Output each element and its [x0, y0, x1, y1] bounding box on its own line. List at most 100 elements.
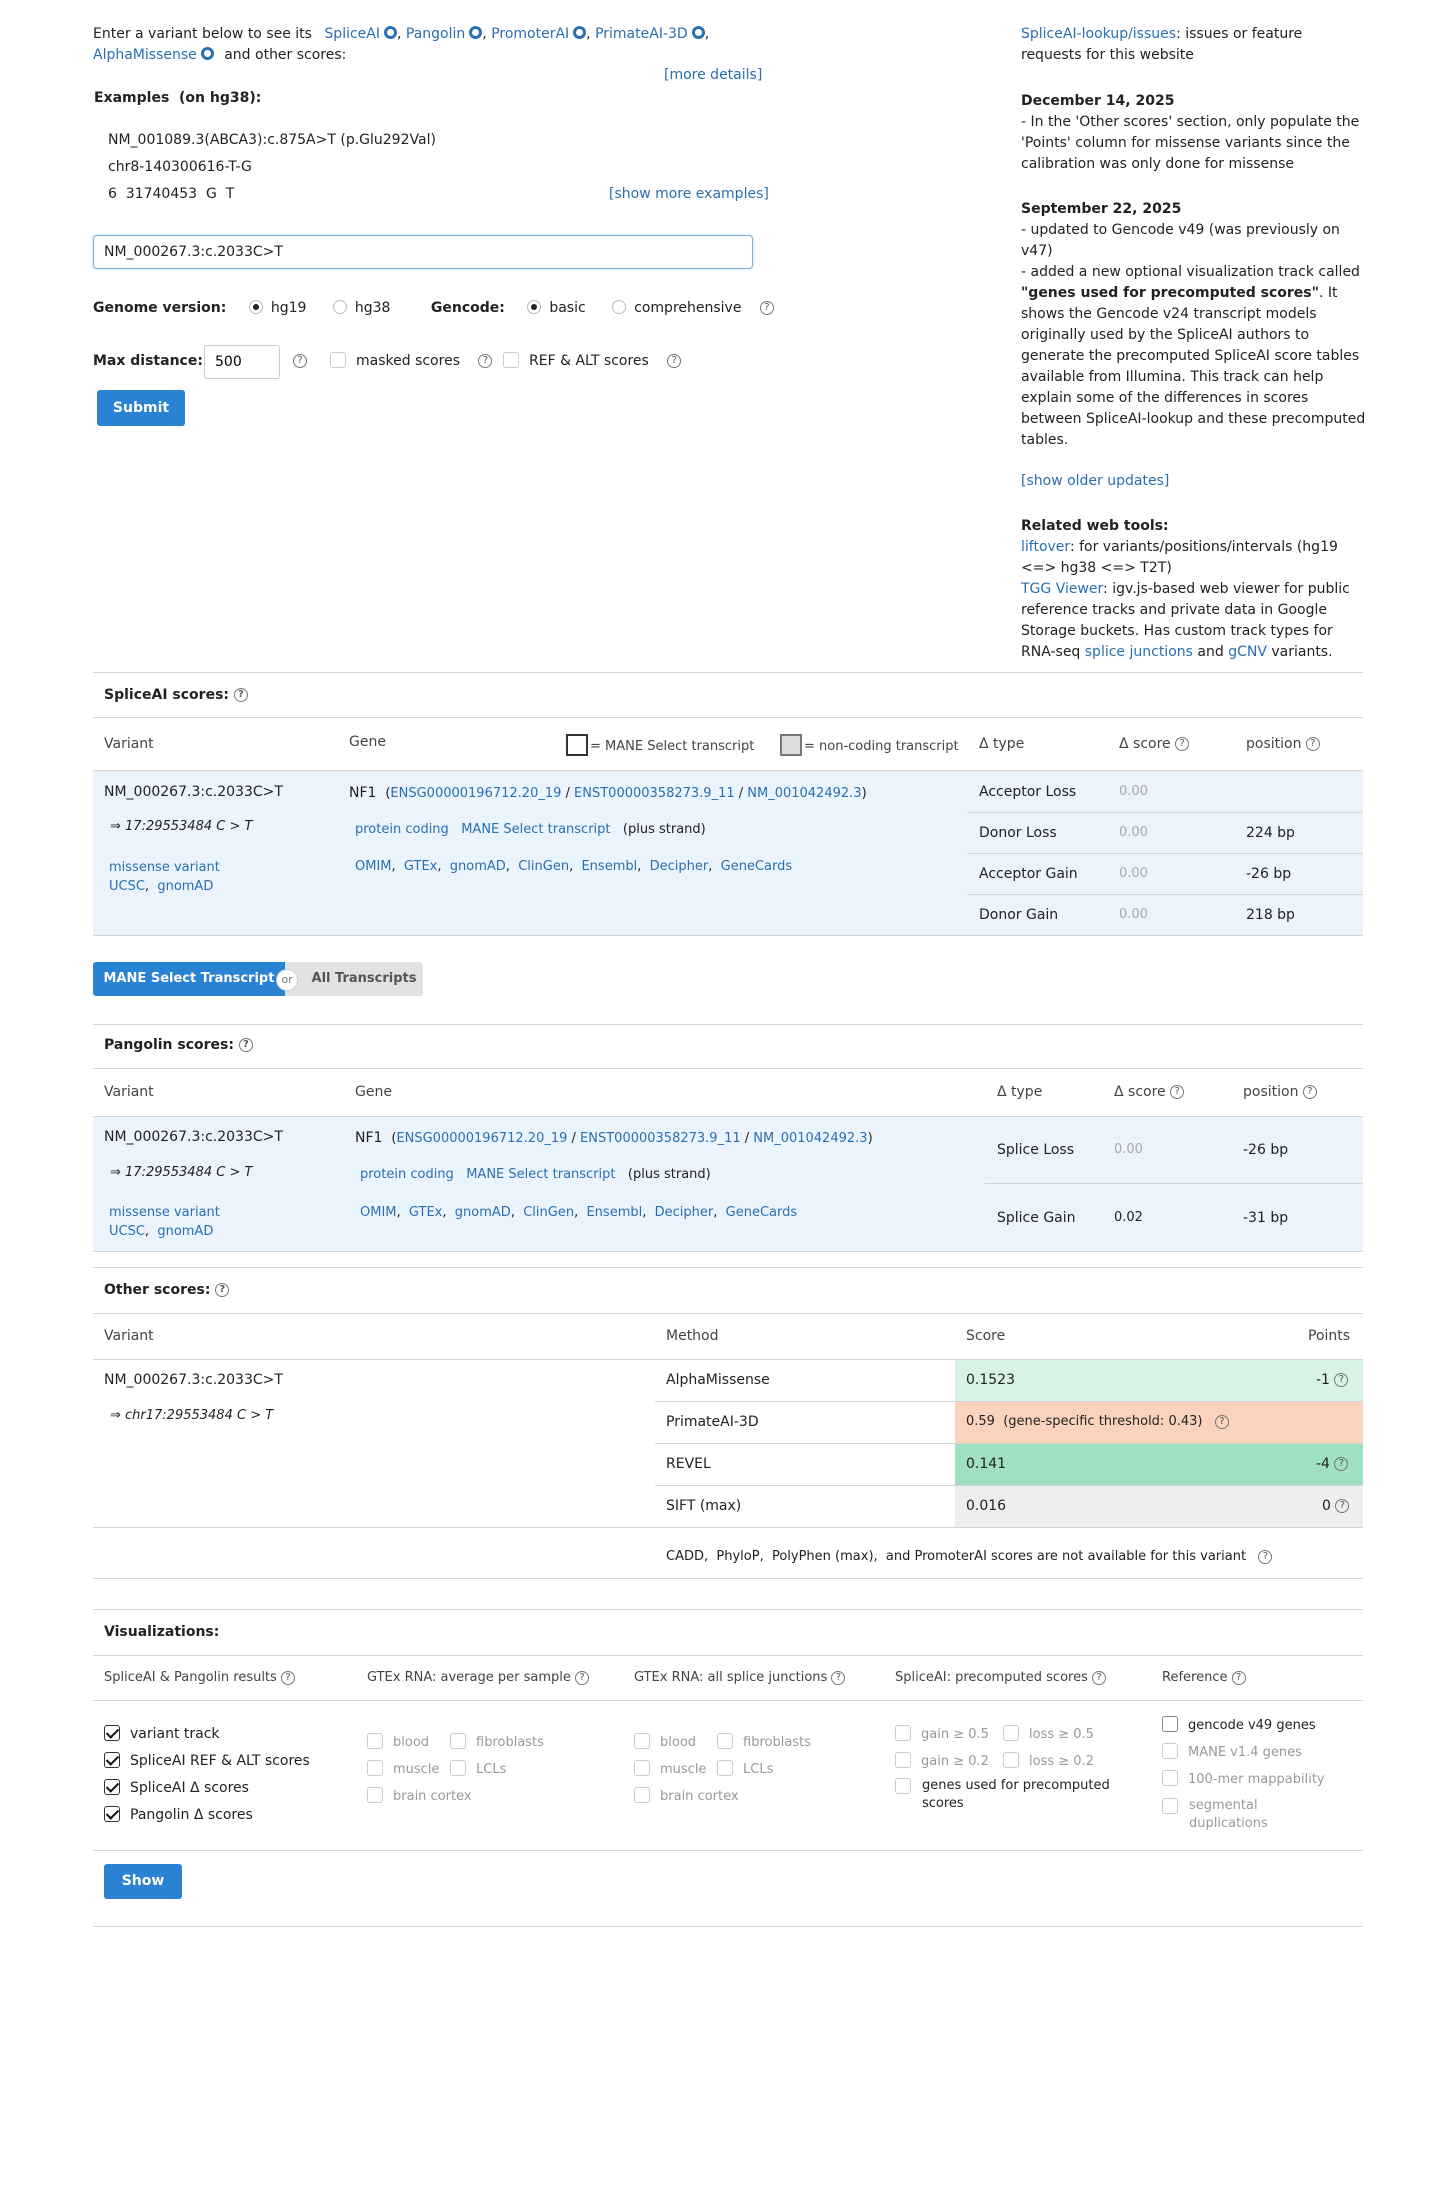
mane-select-toggle[interactable]: MANE Select Transcript: [93, 962, 285, 996]
checkbox-icon[interactable]: [330, 352, 346, 368]
help-icon[interactable]: ?: [1170, 1085, 1185, 1099]
variant-track-checkbox[interactable]: variant track: [104, 1721, 310, 1748]
checkbox-icon[interactable]: [634, 1760, 650, 1776]
show-more-examples-link[interactable]: [show more examples]: [609, 186, 769, 202]
clingen-link[interactable]: ClinGen: [523, 1205, 574, 1220]
spliceai-delta-checkbox[interactable]: SpliceAI Δ scores: [104, 1775, 310, 1802]
radio-icon[interactable]: [527, 300, 542, 314]
help-icon[interactable]: ?: [215, 1283, 230, 1297]
radio-icon[interactable]: [612, 300, 627, 314]
help-icon[interactable]: ?: [1305, 737, 1320, 751]
gencode-basic-radio[interactable]: basic: [527, 300, 586, 316]
loss-02-checkbox[interactable]: loss ≥ 0.2: [1003, 1748, 1094, 1775]
checkbox-icon[interactable]: [895, 1752, 911, 1768]
help-icon[interactable]: ?: [238, 1038, 253, 1052]
help-icon[interactable]: ?: [478, 354, 493, 368]
gtex-link[interactable]: GTEx: [409, 1205, 442, 1220]
gencode-comprehensive-radio[interactable]: comprehensive: [612, 300, 741, 316]
github-icon[interactable]: [200, 47, 214, 60]
github-icon[interactable]: [469, 26, 483, 39]
radio-icon[interactable]: [332, 300, 347, 314]
decipher-link[interactable]: Decipher: [655, 1205, 714, 1220]
example-item[interactable]: chr8-140300616-T-G: [108, 159, 252, 175]
splice-junctions-link[interactable]: splice junctions: [1085, 644, 1193, 660]
genome-hg38-radio[interactable]: hg38: [332, 300, 390, 316]
checkbox-icon[interactable]: [367, 1787, 383, 1803]
radio-icon[interactable]: [248, 300, 263, 314]
masked-scores-checkbox[interactable]: masked scores ?: [330, 352, 493, 369]
max-distance-input[interactable]: [204, 345, 280, 379]
gtex-fibroblasts-checkbox[interactable]: fibroblasts: [450, 1729, 544, 1756]
checkbox-icon[interactable]: [895, 1725, 911, 1741]
gtex-link[interactable]: GTEx: [404, 859, 437, 874]
junction-fibroblasts-checkbox[interactable]: fibroblasts: [717, 1729, 811, 1756]
help-icon[interactable]: ?: [233, 688, 248, 702]
help-icon[interactable]: ?: [1334, 1373, 1349, 1387]
checkbox-icon[interactable]: [503, 352, 519, 368]
gain-05-checkbox[interactable]: gain ≥ 0.5: [895, 1721, 989, 1748]
nm-link[interactable]: NM_001042492.3: [747, 786, 861, 801]
biotype-link[interactable]: protein coding: [360, 1167, 454, 1182]
github-icon[interactable]: [573, 26, 587, 39]
genome-hg19-radio[interactable]: hg19: [248, 300, 306, 316]
checkbox-icon[interactable]: [717, 1760, 733, 1776]
example-item[interactable]: NM_001089.3(ABCA3):c.875A>T (p.Glu292Val…: [108, 132, 436, 148]
primateai-link[interactable]: PrimateAI-3D: [595, 26, 688, 42]
tgg-viewer-link[interactable]: TGG Viewer: [1021, 581, 1103, 597]
genecards-link[interactable]: GeneCards: [726, 1205, 798, 1220]
checkbox-icon[interactable]: [1162, 1743, 1178, 1759]
checkbox-icon[interactable]: [634, 1787, 650, 1803]
gnomad-link[interactable]: gnomAD: [157, 1224, 213, 1239]
ensembl-link[interactable]: Ensembl: [586, 1205, 642, 1220]
genecards-link[interactable]: GeneCards: [721, 859, 793, 874]
enst-link[interactable]: ENST00000358273.9_11: [580, 1131, 741, 1146]
spliceai-refalt-checkbox[interactable]: SpliceAI REF & ALT scores: [104, 1748, 310, 1775]
variant-search-input[interactable]: [93, 235, 753, 269]
clingen-link[interactable]: ClinGen: [518, 859, 569, 874]
ensg-link[interactable]: ENSG00000196712.20_19: [396, 1131, 567, 1146]
help-icon[interactable]: ?: [293, 354, 307, 368]
gtex-brain-checkbox[interactable]: brain cortex: [367, 1783, 472, 1810]
help-icon[interactable]: ?: [1092, 1670, 1107, 1685]
mane-select-link[interactable]: MANE Select transcript: [466, 1167, 615, 1182]
omim-link[interactable]: OMIM: [355, 859, 392, 874]
checkbox-icon[interactable]: [895, 1778, 911, 1794]
gnomad-gene-link[interactable]: gnomAD: [450, 859, 506, 874]
checkbox-icon[interactable]: [1003, 1752, 1019, 1768]
checkbox-icon[interactable]: [717, 1733, 733, 1749]
consequence-link[interactable]: missense variant: [109, 1205, 220, 1220]
gencode-genes-checkbox[interactable]: gencode v49 genes: [1162, 1712, 1362, 1739]
consequence-link[interactable]: missense variant: [109, 860, 220, 875]
submit-button[interactable]: Submit: [97, 390, 185, 426]
mappability-checkbox[interactable]: 100-mer mappability: [1162, 1766, 1362, 1793]
mane-select-link[interactable]: MANE Select transcript: [461, 822, 610, 837]
checkbox-icon[interactable]: [1003, 1725, 1019, 1741]
gnomad-link[interactable]: gnomAD: [157, 879, 213, 894]
spliceai-link[interactable]: SpliceAI: [324, 26, 380, 42]
biotype-link[interactable]: protein coding: [355, 822, 449, 837]
help-icon[interactable]: ?: [1214, 1414, 1229, 1429]
checkbox-icon[interactable]: [367, 1760, 383, 1776]
ucsc-link[interactable]: UCSC: [109, 879, 145, 894]
checkbox-icon[interactable]: [367, 1733, 383, 1749]
checkbox-icon[interactable]: [1162, 1798, 1178, 1814]
all-transcripts-toggle[interactable]: All Transcripts: [285, 962, 423, 996]
gtex-lcls-checkbox[interactable]: LCLs: [450, 1756, 544, 1783]
help-icon[interactable]: ?: [831, 1670, 846, 1685]
genes-precomputed-checkbox[interactable]: genes used for precomputed scores: [895, 1777, 1125, 1813]
checkbox-icon[interactable]: [1162, 1770, 1178, 1786]
checkbox-icon[interactable]: [104, 1725, 120, 1741]
help-icon[interactable]: ?: [1302, 1085, 1317, 1099]
more-details-link[interactable]: [more details]: [664, 67, 762, 83]
help-icon[interactable]: ?: [575, 1670, 590, 1685]
gnomad-gene-link[interactable]: gnomAD: [455, 1205, 511, 1220]
junction-lcls-checkbox[interactable]: LCLs: [717, 1756, 811, 1783]
checkbox-icon[interactable]: [104, 1806, 120, 1822]
omim-link[interactable]: OMIM: [360, 1205, 397, 1220]
checkbox-icon[interactable]: [450, 1760, 466, 1776]
pangolin-delta-checkbox[interactable]: Pangolin Δ scores: [104, 1802, 310, 1829]
junction-brain-checkbox[interactable]: brain cortex: [634, 1783, 739, 1810]
ensg-link[interactable]: ENSG00000196712.20_19: [390, 786, 561, 801]
help-icon[interactable]: ?: [1231, 1670, 1246, 1685]
checkbox-icon[interactable]: [104, 1779, 120, 1795]
